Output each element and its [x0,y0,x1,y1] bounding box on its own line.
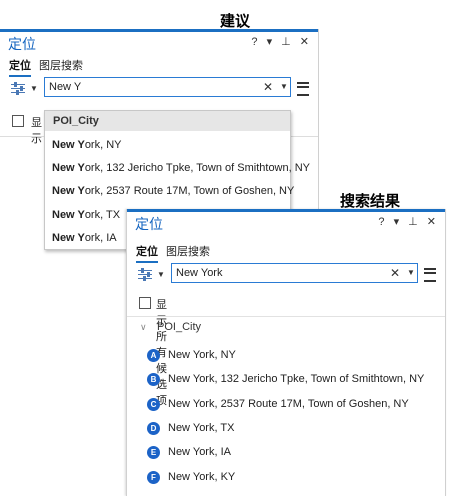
filter-sliders-icon[interactable] [11,82,25,95]
pane-controls[interactable]: ? ▾ ⊥ ✕ [378,215,439,228]
hamburger-menu-icon[interactable] [424,268,436,282]
suggestion-item[interactable]: New York, IA [52,232,117,244]
filter-caret-icon[interactable]: ▼ [157,270,165,279]
pane-controls[interactable]: ? ▾ ⊥ ✕ [251,35,312,48]
suggestion-item[interactable]: New York, 132 Jericho Tpke, Town of Smit… [52,162,310,174]
result-text: New York, KY [168,471,236,483]
result-badge: F [147,471,160,484]
locate-pane-results: 定位 ? ▾ ⊥ ✕ 定位 图层搜索 ▼ New York ✕ ▼ 显示所有候选… [126,209,446,496]
tab-bar: 定位 图层搜索 [127,240,445,263]
result-text: New York, NY [168,349,236,361]
pane-titlebar: 定位 ? ▾ ⊥ ✕ [127,212,445,234]
result-badge: A [147,349,160,362]
result-badge: E [147,446,160,459]
search-row: ▼ New York ✕ ▼ [127,262,445,286]
suggestion-item[interactable]: New York, NY [52,139,122,151]
search-input[interactable]: New York ✕ ▼ [171,263,418,283]
tab-layer-search[interactable]: 图层搜索 [166,243,210,259]
pane-title: 定位 [8,37,36,53]
clear-x-icon[interactable]: ✕ [263,80,273,94]
search-input-value[interactable]: New York [176,267,222,279]
tab-bar: 定位 图层搜索 [0,54,318,77]
tab-layer-search[interactable]: 图层搜索 [39,57,83,73]
result-text: New York, TX [168,422,235,434]
search-row: ▼ New Y ✕ ▼ [0,76,318,100]
result-text: New York, 2537 Route 17M, Town of Goshen… [168,398,409,410]
suggestion-item[interactable]: New York, 2537 Route 17M, Town of Goshen… [52,185,294,197]
caption-suggest: 建议 [220,12,251,30]
show-all-checkbox[interactable] [12,115,24,127]
filter-sliders-icon[interactable] [138,268,152,281]
show-all-label: 显示 [31,116,42,145]
chevron-down-icon[interactable]: ∨ [140,322,147,333]
tab-locate[interactable]: 定位 [9,57,31,77]
caption-results: 搜索结果 [340,192,401,210]
divider [127,316,445,317]
clear-x-icon[interactable]: ✕ [390,266,400,280]
filter-caret-icon[interactable]: ▼ [30,84,38,93]
search-dropdown-icon[interactable]: ▼ [280,82,288,91]
search-dropdown-icon[interactable]: ▼ [407,268,415,277]
result-badge: D [147,422,160,435]
result-text: New York, 132 Jericho Tpke, Town of Smit… [168,373,425,385]
dropdown-group-label: POI_City [53,115,99,127]
hamburger-menu-icon[interactable] [297,82,309,96]
dropdown-group-header: POI_City [45,111,290,131]
suggestion-item[interactable]: New York, TX [52,209,120,221]
show-all-checkbox[interactable] [139,297,151,309]
tab-locate[interactable]: 定位 [136,243,158,263]
result-badge: B [147,373,160,386]
search-input[interactable]: New Y ✕ ▼ [44,77,291,97]
pane-titlebar: 定位 ? ▾ ⊥ ✕ [0,32,318,54]
pane-title: 定位 [135,217,163,233]
result-text: New York, IA [168,446,231,458]
search-input-value[interactable]: New Y [49,81,81,93]
result-badge: C [147,398,160,411]
result-group-label: POI_City [157,321,202,333]
